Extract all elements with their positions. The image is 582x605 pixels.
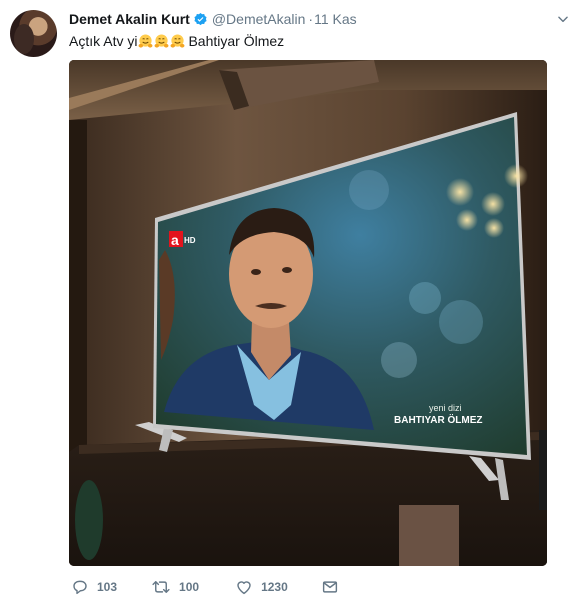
avatar[interactable] [10,10,57,57]
reply-button[interactable]: 103 [71,578,117,596]
tv-photo-illustration: a HD yeni dizi BAHTIYAR ÖLMEZ [69,60,547,566]
hugging-face-emoji [139,33,153,48]
tweet-text-part1: Açtık Atv yi [69,33,138,49]
tweet-actions: 103 100 1230 [69,578,339,596]
emoji-group [138,33,185,49]
hugging-face-emoji [155,33,169,48]
like-count: 1230 [261,580,288,594]
overlay-line-1: yeni dizi [429,403,462,413]
channel-logo: a [171,232,179,248]
envelope-icon [322,581,337,593]
retweet-button[interactable]: 100 [151,578,199,596]
chevron-down-icon[interactable] [556,12,570,31]
tweet-photo[interactable]: a HD yeni dizi BAHTIYAR ÖLMEZ [69,60,547,566]
direct-message-button[interactable] [321,578,339,596]
retweet-icon [152,581,170,593]
author-handle[interactable]: @DemetAkalin [212,10,306,28]
hugging-face-emoji [171,33,185,48]
tweet-text: Açtık Atv yi Bahtiyar Ölmez [69,31,284,51]
tweet-header: Demet Akalin Kurt @DemetAkalin · 11 Kas [69,10,357,28]
tweet[interactable]: Demet Akalin Kurt @DemetAkalin · 11 Kas … [0,0,582,605]
verified-badge-icon [193,12,208,27]
reply-icon [73,580,87,595]
author-name[interactable]: Demet Akalin Kurt [69,10,190,28]
retweet-count: 100 [179,580,200,594]
tweet-text-part2: Bahtiyar Ölmez [188,33,285,49]
separator-dot: · [308,11,314,27]
heart-icon [237,581,251,595]
overlay-line-2: BAHTIYAR ÖLMEZ [394,413,483,426]
reply-count: 103 [97,580,118,594]
like-button[interactable]: 1230 [235,578,288,596]
channel-hd-label: HD [184,236,196,245]
tweet-timestamp[interactable]: 11 Kas [314,10,357,28]
